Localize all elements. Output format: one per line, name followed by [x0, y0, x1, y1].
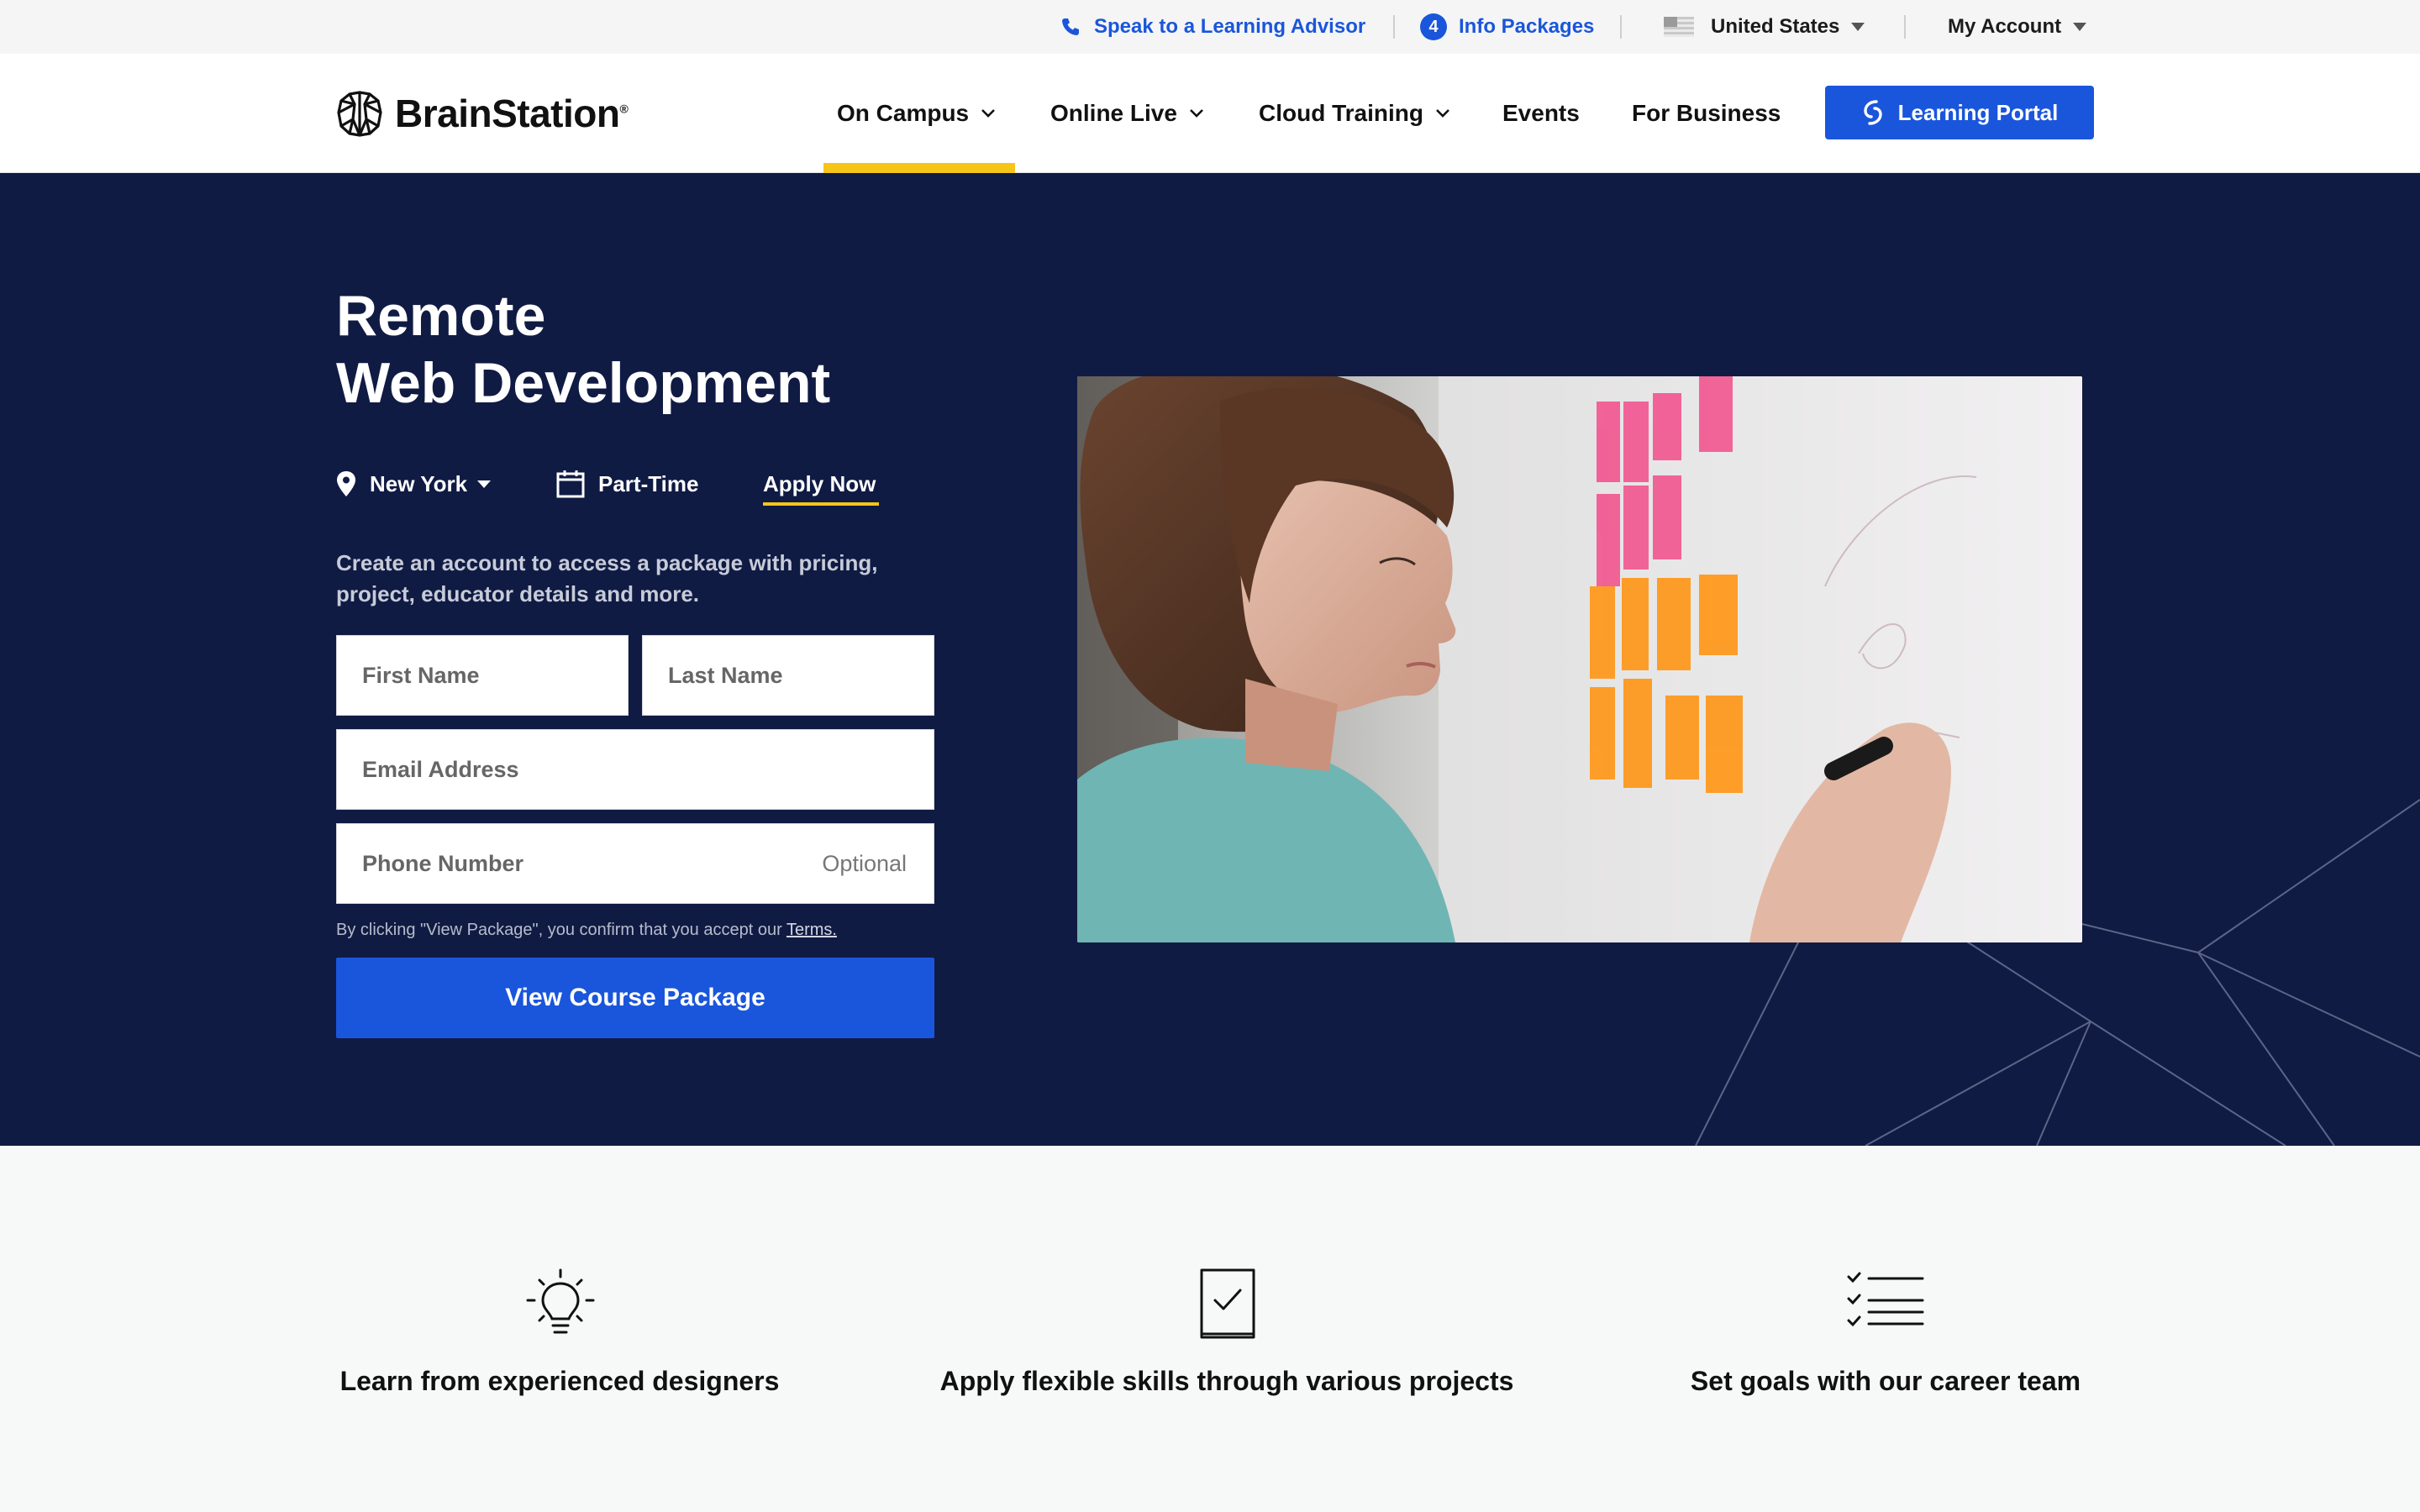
info-packages-label: Info Packages [1459, 15, 1595, 38]
us-flag-icon [1664, 17, 1694, 37]
portal-icon [1863, 100, 1882, 125]
caret-down-icon [2073, 23, 2087, 31]
view-course-package-button[interactable]: View Course Package [336, 958, 934, 1038]
hero-photo [1077, 376, 2082, 942]
chevron-down-icon [1436, 109, 1449, 118]
caret-down-icon [1851, 23, 1865, 31]
nav-label: For Business [1632, 100, 1781, 126]
features-section: Learn from experienced designers Apply f… [0, 1146, 2420, 1512]
divider [1393, 15, 1395, 39]
learning-portal-button[interactable]: Learning Portal [1825, 86, 2094, 139]
page-title: Remote Web Development [336, 282, 830, 417]
phone-field[interactable]: Phone Number Optional [336, 823, 934, 904]
feature-label: Learn from experienced designers [339, 1366, 780, 1396]
my-account-menu[interactable]: My Account [1948, 0, 2087, 54]
feature-label: Apply flexible skills through various pr… [939, 1366, 1514, 1396]
learning-portal-label: Learning Portal [1897, 99, 2059, 125]
info-packages-link[interactable]: 4 Info Packages [1420, 0, 1594, 54]
terms-link[interactable]: Terms. [786, 921, 837, 939]
speak-advisor-link[interactable]: Speak to a Learning Advisor [1060, 0, 1365, 54]
first-name-field[interactable]: First Name [336, 635, 629, 716]
nav-active-indicator [823, 163, 1015, 173]
optional-hint: Optional [822, 850, 907, 876]
hero-section: Remote Web Development New York Part-Tim… [0, 173, 2420, 1146]
location-selector[interactable]: New York [336, 467, 492, 501]
nav-cloud-training[interactable]: Cloud Training [1259, 54, 1450, 173]
terms-text: By clicking "View Package", you confirm … [336, 921, 786, 939]
chevron-down-icon [1190, 109, 1203, 118]
nav-for-business[interactable]: For Business [1632, 54, 1781, 173]
country-selector[interactable]: United States [1664, 0, 1865, 54]
nav-label: Online Live [1050, 100, 1177, 126]
last-name-field[interactable]: Last Name [642, 635, 934, 716]
brain-logo-icon [337, 91, 382, 137]
apply-underline [763, 502, 879, 506]
checked-document-icon [1200, 1268, 1255, 1339]
email-field[interactable]: Email Address [336, 729, 934, 810]
location-label: New York [370, 470, 468, 496]
nav-online-live[interactable]: Online Live [1050, 54, 1204, 173]
checklist-icon [1847, 1272, 1924, 1327]
nav-on-campus[interactable]: On Campus [837, 54, 996, 173]
location-pin-icon [337, 471, 355, 496]
utility-bar: Speak to a Learning Advisor 4 Info Packa… [0, 0, 2420, 54]
country-label: United States [1711, 15, 1840, 38]
divider [1904, 15, 1906, 39]
schedule-info: Part-Time [556, 467, 698, 501]
nav-label: On Campus [837, 100, 970, 126]
phone-placeholder: Phone Number [362, 850, 524, 876]
email-placeholder: Email Address [362, 756, 519, 782]
terms-notice: By clicking "View Package", you confirm … [336, 921, 837, 940]
view-course-package-label: View Course Package [505, 984, 765, 1011]
nav-events[interactable]: Events [1502, 54, 1580, 173]
feature-label: Set goals with our career team [1690, 1366, 2081, 1396]
phone-icon [1062, 18, 1079, 35]
form-description: Create an account to access a package wi… [336, 550, 878, 606]
apply-now-label: Apply Now [763, 470, 876, 496]
calendar-icon [556, 470, 585, 498]
brand-logo[interactable]: BrainStation® [336, 87, 629, 139]
speak-advisor-label: Speak to a Learning Advisor [1094, 15, 1366, 38]
divider [1620, 15, 1622, 39]
info-count-badge: 4 [1420, 13, 1447, 40]
schedule-label: Part-Time [598, 470, 699, 496]
title-line-1: Remote [336, 284, 546, 348]
nav-label: Cloud Training [1259, 100, 1423, 126]
hero-photo-illustration [1077, 376, 2082, 942]
caret-down-icon [477, 480, 492, 488]
nav-label: Events [1502, 100, 1580, 126]
apply-now-link[interactable]: Apply Now [763, 467, 876, 501]
main-nav: BrainStation® On Campus Online Live Clou… [0, 54, 2420, 173]
title-line-2: Web Development [336, 351, 831, 415]
my-account-label: My Account [1948, 15, 2062, 38]
lightbulb-icon [526, 1268, 595, 1334]
brand-name: BrainStation® [395, 92, 629, 135]
last-name-placeholder: Last Name [668, 662, 783, 688]
chevron-down-icon [981, 109, 996, 118]
first-name-placeholder: First Name [362, 662, 480, 688]
